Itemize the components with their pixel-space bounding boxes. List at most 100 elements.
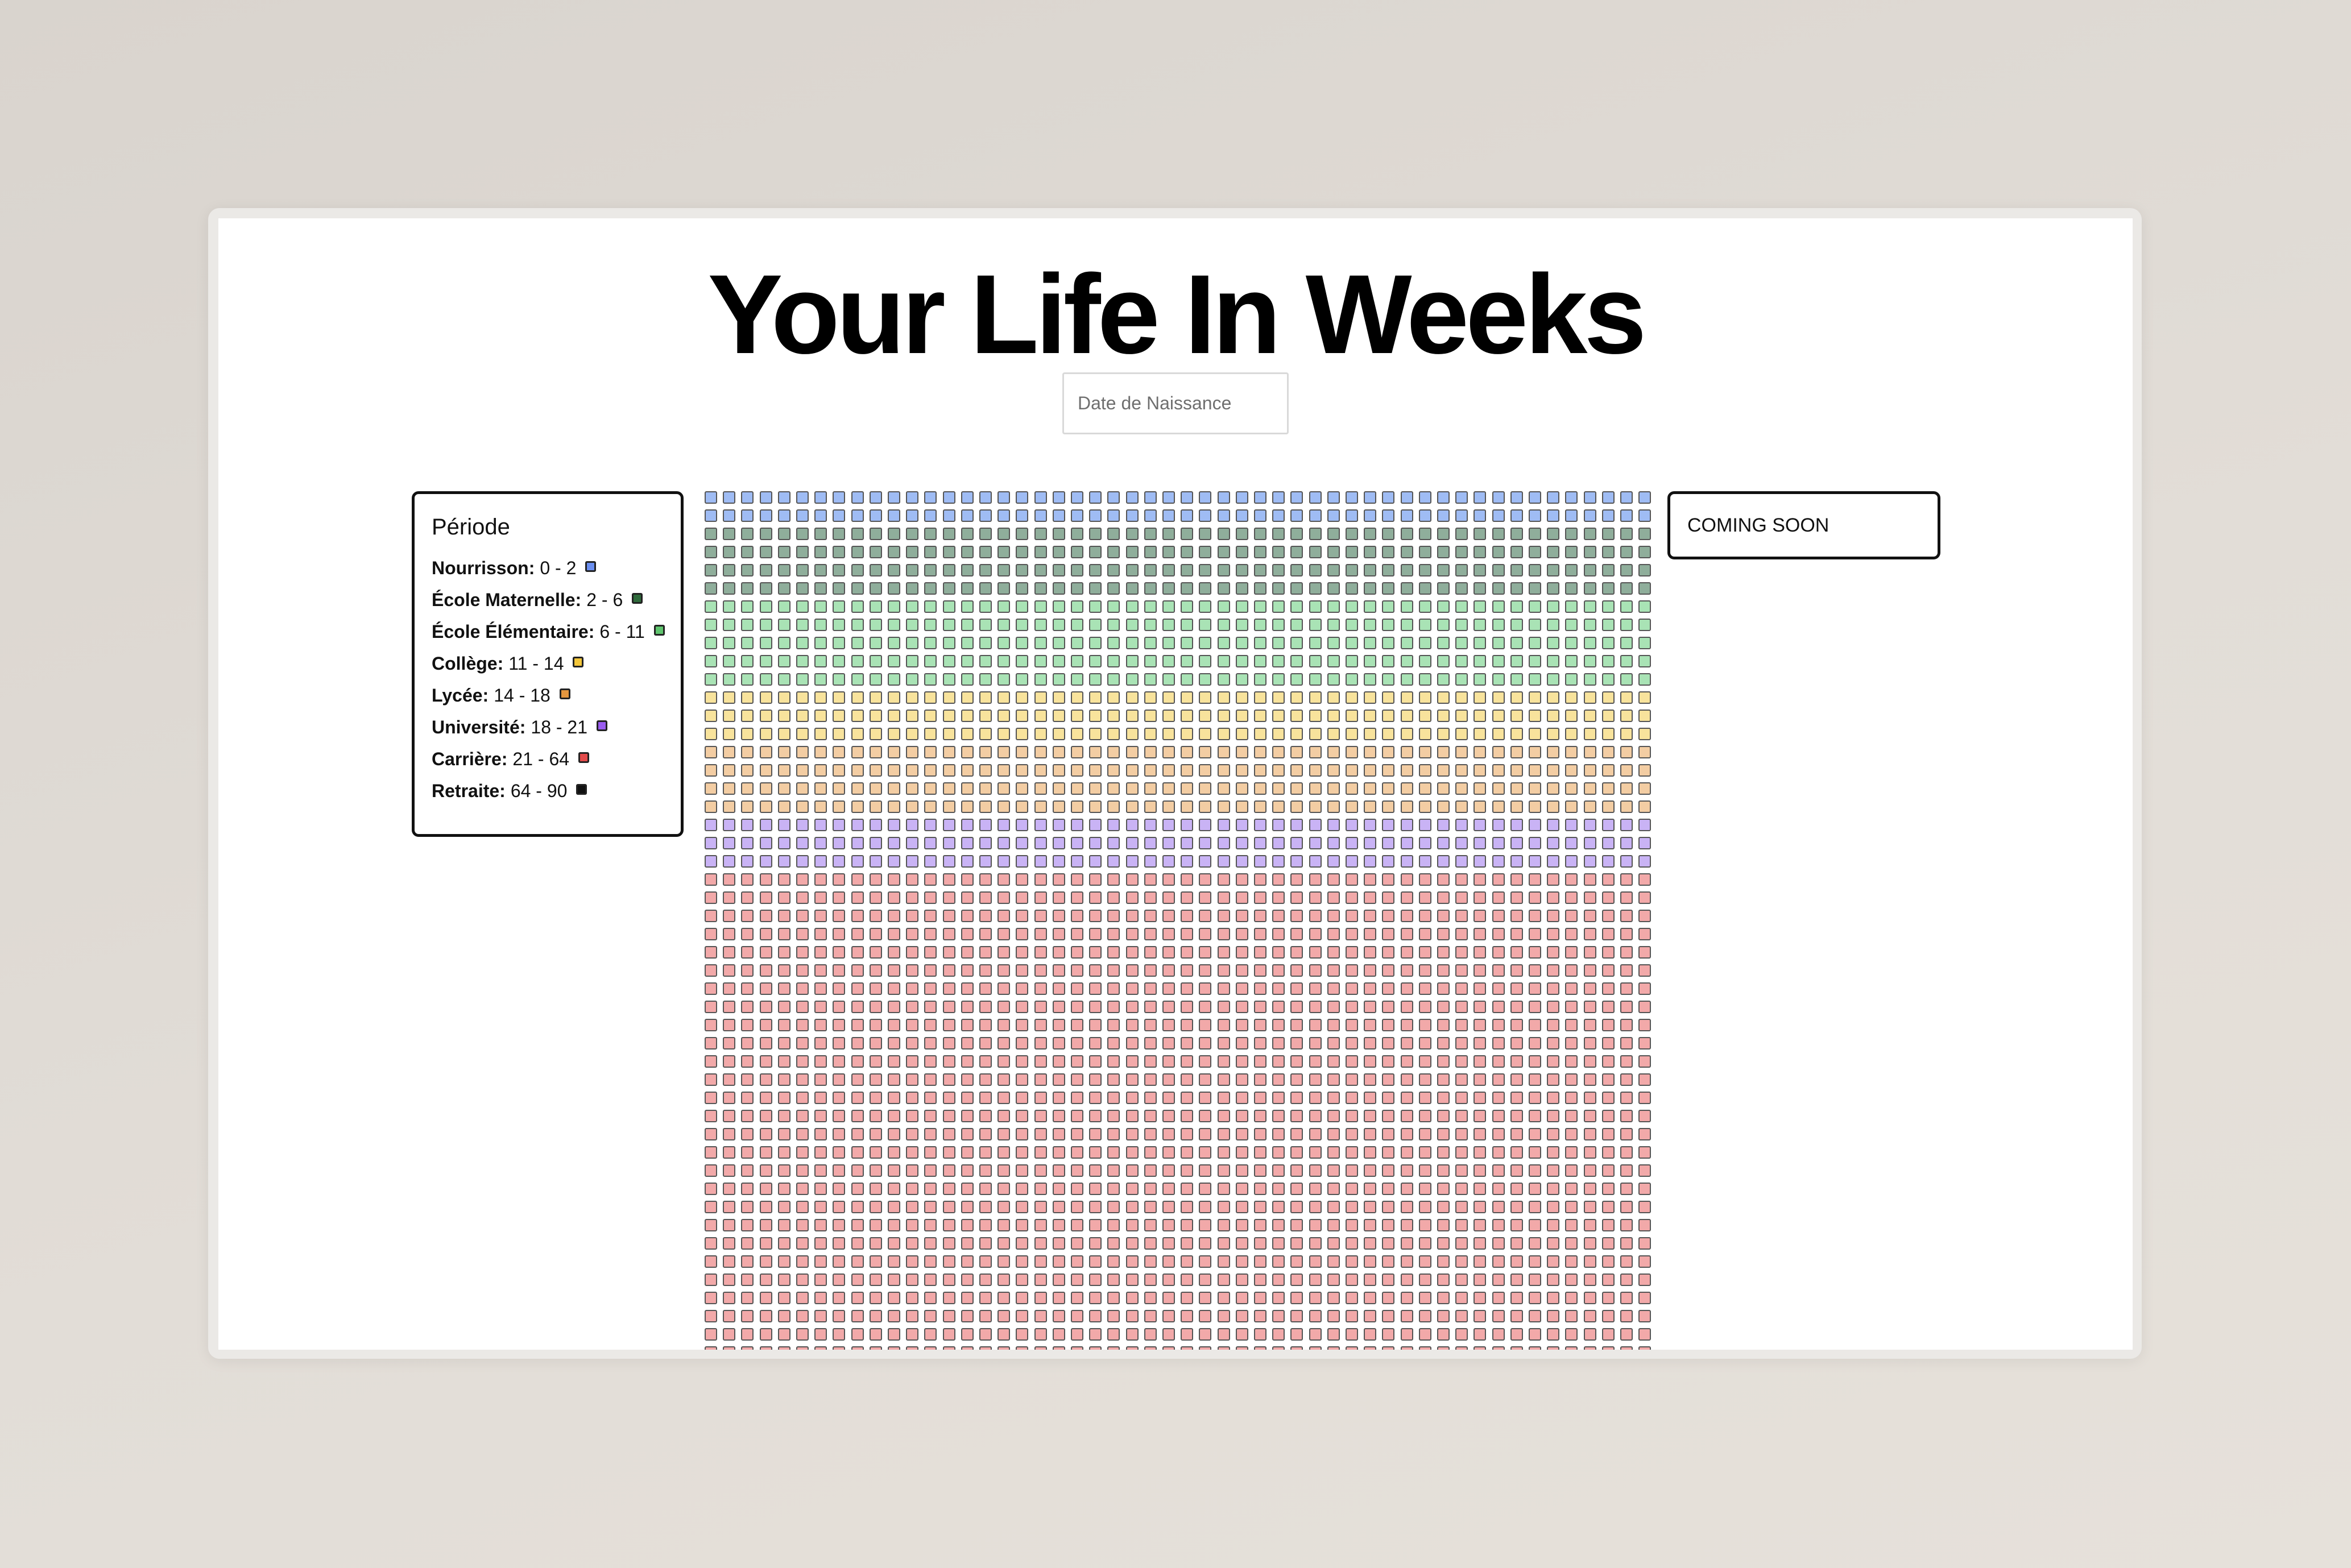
week-cell (777, 910, 790, 922)
week-cell (1473, 746, 1487, 758)
week-cell (1125, 764, 1139, 777)
week-cell (1547, 1110, 1560, 1122)
week-cell (1346, 528, 1358, 540)
week-cell (1620, 982, 1633, 995)
week-cell (705, 710, 717, 722)
week-cell (1364, 946, 1377, 959)
week-cell (924, 873, 937, 886)
week-cell (1327, 1255, 1340, 1268)
week-cell (796, 800, 809, 813)
week-cell (1510, 655, 1523, 667)
week-cell (1016, 746, 1029, 758)
week-cell (1199, 619, 1212, 631)
week-cell (1601, 564, 1615, 576)
week-cell (1034, 1092, 1047, 1104)
legend-item: Collège: 11 - 14 (432, 654, 681, 686)
week-cell (1364, 1346, 1377, 1350)
week-cell (961, 1092, 974, 1104)
week-cell (723, 600, 736, 613)
week-cell (942, 673, 955, 686)
week-cell (1107, 1055, 1120, 1068)
week-cell (851, 837, 864, 849)
week-cell (979, 691, 992, 704)
week-cell (851, 891, 864, 904)
week-cell (1364, 1001, 1377, 1013)
week-cell (1565, 637, 1578, 649)
week-cell (1346, 873, 1358, 886)
week-cell (705, 1019, 717, 1031)
week-cell (1235, 691, 1248, 704)
week-cell (705, 600, 717, 613)
week-cell (1510, 873, 1523, 886)
week-cell (1473, 764, 1487, 777)
week-cell (1583, 1146, 1596, 1159)
week-cell (741, 964, 754, 977)
week-cell (1583, 528, 1596, 540)
week-cell (814, 837, 827, 849)
week-cell (979, 582, 992, 595)
week-cell (1565, 1219, 1578, 1231)
week-cell (1254, 564, 1266, 576)
week-cell (1455, 710, 1468, 722)
week-cell (1162, 1346, 1175, 1350)
week-cell (1290, 1237, 1303, 1250)
week-cell (1309, 673, 1322, 686)
week-cell (924, 1073, 937, 1086)
week-cell (723, 1255, 736, 1268)
week-cell (1492, 582, 1505, 595)
week-cell (1327, 1019, 1340, 1031)
week-cell (1583, 891, 1596, 904)
week-cell (869, 619, 882, 631)
week-cell (1089, 1346, 1102, 1350)
week-cell (906, 710, 919, 722)
week-cell (1254, 1001, 1266, 1013)
week-cell (1473, 1310, 1487, 1322)
week-cell (1016, 1255, 1029, 1268)
week-cell (1638, 655, 1652, 667)
week-cell (924, 1237, 937, 1250)
week-cell (1382, 764, 1395, 777)
week-cell (1565, 1073, 1578, 1086)
week-cell (942, 728, 955, 740)
week-cell (1583, 1219, 1596, 1231)
week-cell (1125, 1019, 1139, 1031)
week-cell (906, 1092, 919, 1104)
week-cell (906, 637, 919, 649)
week-cell (1144, 1128, 1157, 1140)
week-cell (1529, 619, 1541, 631)
week-cell (1364, 1255, 1377, 1268)
week-cell (723, 673, 736, 686)
week-cell (1455, 782, 1468, 795)
week-cell (1199, 928, 1212, 940)
week-cell (1529, 764, 1541, 777)
week-cell (1583, 710, 1596, 722)
week-cell (1565, 691, 1578, 704)
week-cell (1217, 1001, 1230, 1013)
week-cell (1565, 1146, 1578, 1159)
week-cell (1382, 710, 1395, 722)
birth-date-input[interactable] (1062, 372, 1289, 434)
week-cell (1217, 891, 1230, 904)
week-cell (1364, 1092, 1377, 1104)
week-cell (777, 619, 790, 631)
week-cell (869, 673, 882, 686)
week-cell (796, 782, 809, 795)
week-cell (741, 928, 754, 940)
week-cell (1144, 1055, 1157, 1068)
week-cell (1290, 782, 1303, 795)
week-cell (961, 582, 974, 595)
week-cell (961, 800, 974, 813)
week-cell (1016, 764, 1029, 777)
week-cell (1162, 1328, 1175, 1341)
week-cell (851, 746, 864, 758)
week-cell (1181, 528, 1194, 540)
week-cell (1071, 891, 1083, 904)
week-cell (1034, 982, 1047, 995)
week-cell (1089, 964, 1102, 977)
week-cell (1565, 946, 1578, 959)
week-cell (942, 764, 955, 777)
week-cell (851, 1055, 864, 1068)
week-cell (1016, 1019, 1029, 1031)
week-cell (1199, 855, 1212, 868)
week-cell (1254, 800, 1266, 813)
